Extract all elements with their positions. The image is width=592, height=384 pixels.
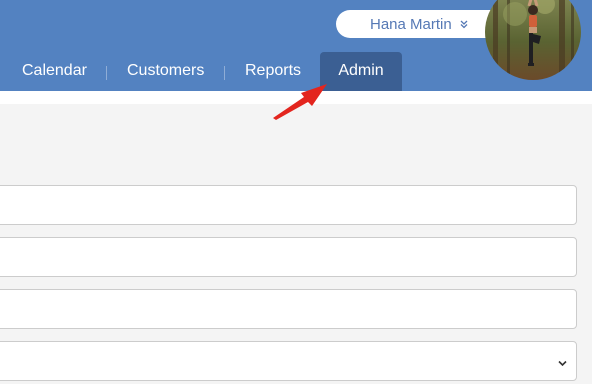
user-menu-button[interactable]: Hana Martin	[336, 10, 506, 38]
tab-calendar[interactable]: Calendar	[22, 52, 87, 91]
text-field-3[interactable]	[0, 289, 577, 329]
avatar[interactable]	[485, 0, 581, 80]
text-field-1[interactable]	[0, 185, 577, 225]
double-chevron-down-icon	[459, 19, 469, 29]
top-header: Calendar Customers Reports Admin Hana Ma…	[0, 0, 592, 91]
nav-separator	[224, 66, 225, 80]
nav-separator	[106, 66, 107, 80]
chevron-down-icon	[558, 355, 567, 367]
text-field-2[interactable]	[0, 237, 577, 277]
select-field[interactable]	[0, 341, 577, 381]
tab-customers[interactable]: Customers	[127, 52, 204, 91]
main-nav: Calendar Customers Reports Admin	[0, 52, 420, 91]
user-name: Hana Martin	[370, 15, 452, 33]
tab-admin[interactable]: Admin	[320, 52, 402, 91]
red-arrow-icon	[270, 80, 332, 127]
